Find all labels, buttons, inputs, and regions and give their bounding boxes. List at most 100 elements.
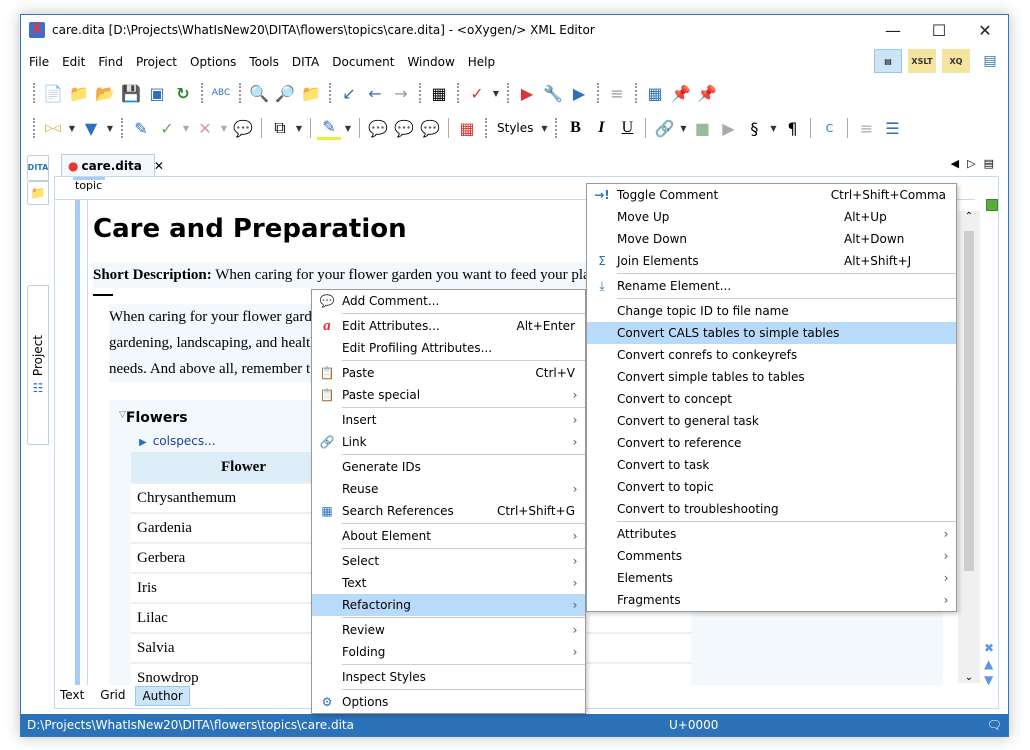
mode-tab-grid[interactable]: Grid (94, 686, 131, 706)
menu-item-toggle-comment[interactable]: →! Toggle Comment Ctrl+Shift+Comma (587, 184, 956, 206)
new-file-icon[interactable]: 📄 (41, 81, 65, 105)
save-to-url-icon[interactable]: ▣ (145, 81, 169, 105)
link-icon[interactable]: 🔗 (652, 116, 676, 140)
menu-item-paste-special[interactable]: 📋 Paste special › (312, 384, 585, 406)
menu-item-link[interactable]: 🔗 Link › (312, 431, 585, 453)
track-changes-icon[interactable]: ✎ (129, 116, 153, 140)
menu-item-move-down[interactable]: Move Down Alt+Down (587, 228, 956, 250)
menu-item-rename-element[interactable]: ⤓ Rename Element... (587, 275, 956, 297)
menu-item-convert-simple-tables[interactable]: Convert simple tables to tables (587, 366, 956, 388)
menu-find[interactable]: Find (93, 55, 128, 69)
validate-schema-icon[interactable]: ▦ (427, 81, 451, 105)
debug-transformation-icon[interactable]: ▶ (567, 81, 591, 105)
menu-file[interactable]: File (24, 55, 54, 69)
menu-item-convert-to-general-task[interactable]: Convert to general task (587, 410, 956, 432)
menu-tools[interactable]: Tools (244, 55, 284, 69)
insert-section-icon[interactable]: § (742, 116, 766, 140)
menu-dita[interactable]: DITA (287, 55, 324, 69)
pin-green-icon[interactable]: 📌 (695, 81, 719, 105)
mode-tab-text[interactable]: Text (54, 686, 90, 706)
manage-reviews-icon[interactable]: ▦ (455, 116, 479, 140)
last-edit-icon[interactable]: ↙ (337, 81, 361, 105)
pin-red-icon[interactable]: 📌 (669, 81, 693, 105)
menu-item-search-references[interactable]: ▦ Search References Ctrl+Shift+G (312, 500, 585, 522)
reject-change-icon[interactable]: ✕ (193, 116, 217, 140)
add-comment-icon[interactable]: 💬 (366, 116, 390, 140)
database-perspective-icon[interactable]: ▤ (976, 49, 1004, 73)
find-icon[interactable]: 🔍 (247, 81, 271, 105)
menu-item-join-elements[interactable]: Σ Join Elements Alt+Shift+J (587, 250, 956, 272)
menu-item-convert-to-concept[interactable]: Convert to concept (587, 388, 956, 410)
colspecs-toggle[interactable]: ▶ colspecs... (139, 434, 216, 448)
styles-dropdown-icon[interactable]: ▼ (539, 124, 549, 133)
accept-change-icon[interactable]: ✓ (155, 116, 179, 140)
menu-item-convert-cals-tables[interactable]: Convert CALS tables to simple tables (587, 322, 956, 344)
menu-item-convert-to-reference[interactable]: Convert to reference (587, 432, 956, 454)
menu-item-paste[interactable]: 📋 Paste Ctrl+V (312, 362, 585, 384)
next-tab-icon[interactable]: ▷ (967, 157, 975, 170)
validate-dropdown-icon[interactable]: ▼ (491, 89, 501, 98)
menu-item-convert-to-troubleshooting[interactable]: Convert to troubleshooting (587, 498, 956, 520)
editor-perspective-icon[interactable]: ▤ (874, 49, 902, 73)
xquery-debugger-icon[interactable]: XQ (942, 49, 970, 73)
outline-tab-icon[interactable]: 📁 (27, 181, 49, 205)
insert-image-icon[interactable]: ■ (690, 116, 714, 140)
open-in-map-icon[interactable]: ▦ (643, 81, 667, 105)
find-in-files-icon[interactable]: 🔎 (273, 81, 297, 105)
back-icon[interactable]: ← (363, 81, 387, 105)
forward-icon[interactable]: → (389, 81, 413, 105)
accept-dropdown-icon[interactable]: ▼ (181, 124, 191, 133)
menu-item-comments[interactable]: Comments › (587, 545, 956, 567)
format-indent-icon[interactable]: ≡ (605, 81, 629, 105)
menu-item-refactoring[interactable]: Refactoring › (312, 594, 585, 616)
menu-item-select[interactable]: Select › (312, 550, 585, 572)
profiling-filter-icon[interactable]: ▼ (79, 116, 103, 140)
italic-icon[interactable]: I (589, 116, 613, 140)
filter-dropdown-icon[interactable]: ▼ (105, 124, 115, 133)
menu-item-add-comment[interactable]: 💬 Add Comment... (312, 290, 585, 312)
insert-list-item-icon[interactable]: ≡ (854, 116, 878, 140)
menu-document[interactable]: Document (327, 55, 399, 69)
tab-list-icon[interactable]: ▤ (984, 157, 994, 170)
menu-item-elements[interactable]: Elements › (587, 567, 956, 589)
section-dropdown-icon[interactable]: ▼ (768, 124, 778, 133)
bold-icon[interactable]: B (563, 116, 587, 140)
menu-item-attributes[interactable]: Attributes › (587, 523, 956, 545)
close-review-icon[interactable]: ✖ (984, 641, 1000, 655)
table-title[interactable]: ▽Flowers (119, 410, 188, 426)
comment-change-icon[interactable]: 💬 (231, 116, 255, 140)
menu-item-folding[interactable]: Folding › (312, 641, 585, 663)
breadcrumb[interactable]: topic (75, 179, 102, 192)
open-file-in-project-icon[interactable]: 📁 (299, 81, 323, 105)
insert-paragraph-icon[interactable]: ¶ (780, 116, 804, 140)
menu-item-options[interactable]: ⚙ Options (312, 691, 585, 713)
configure-transformation-icon[interactable]: 🔧 (541, 81, 565, 105)
insert-media-icon[interactable]: ▶ (716, 116, 740, 140)
save-icon[interactable]: 💾 (119, 81, 143, 105)
next-change-icon[interactable]: ▼ (984, 673, 1000, 687)
menu-help[interactable]: Help (463, 55, 500, 69)
menu-item-insert[interactable]: Insert › (312, 409, 585, 431)
project-tab[interactable]: Project ☷ (27, 285, 49, 445)
underline-icon[interactable]: U (615, 116, 639, 140)
scrollbar-thumb[interactable] (964, 231, 974, 571)
close-tab-icon[interactable]: ✕ (154, 159, 164, 173)
tracked-dropdown-icon[interactable]: ▼ (294, 124, 304, 133)
unordered-list-icon[interactable]: ☰ (880, 116, 904, 140)
menu-item-convert-to-task[interactable]: Convert to task (587, 454, 956, 476)
menu-item-inspect-styles[interactable]: Inspect Styles (312, 666, 585, 688)
tags-display-icon[interactable]: ▷◁ (41, 116, 65, 140)
menu-item-about-element[interactable]: About Element › (312, 525, 585, 547)
insert-conref-icon[interactable]: C (817, 116, 841, 140)
link-dropdown-icon[interactable]: ▼ (678, 124, 688, 133)
menu-item-edit-profiling-attributes[interactable]: Edit Profiling Attributes... (312, 337, 585, 359)
minimize-button[interactable]: — (870, 15, 916, 45)
manage-tracked-changes-icon[interactable]: ⧉ (268, 116, 292, 140)
menu-item-text[interactable]: Text › (312, 572, 585, 594)
validate-icon[interactable]: ✓ (465, 81, 489, 105)
vertical-scrollbar[interactable]: ⌃ ⌄ (958, 211, 980, 683)
menu-item-review[interactable]: Review › (312, 619, 585, 641)
apply-transformation-icon[interactable]: ▶ (515, 81, 539, 105)
remove-comment-icon[interactable]: 💬 (418, 116, 442, 140)
close-button[interactable]: ✕ (962, 15, 1008, 45)
